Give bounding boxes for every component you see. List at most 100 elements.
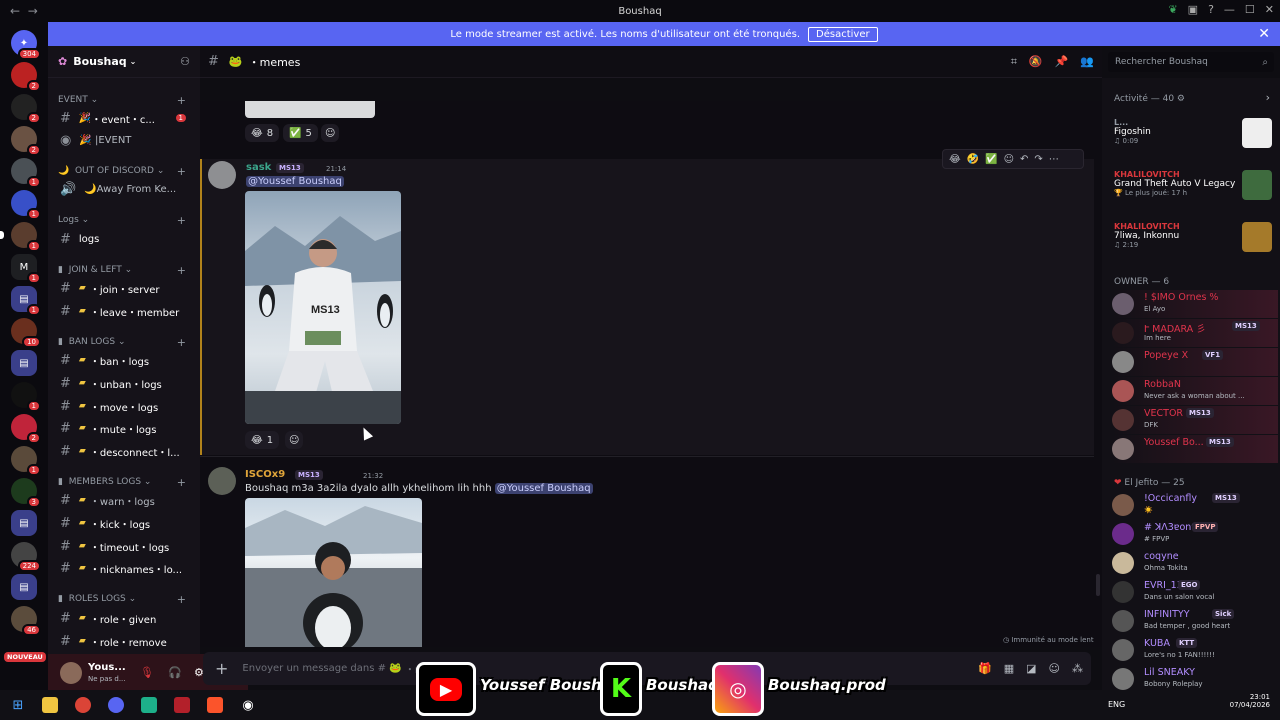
member-row[interactable]: # ꓘꓥ3ɐon9 FPVP # FPVP [1112, 520, 1278, 548]
server-icon[interactable]: 2 [11, 62, 41, 92]
category-join-left[interactable]: ▮ JOIN & LEFT ⌄ + [48, 262, 200, 278]
channel-move-logs[interactable]: # ▰ ・move・logs [48, 396, 200, 416]
notifications-off-icon[interactable]: 🔕 [1029, 55, 1043, 69]
language-indicator[interactable]: ENG [1108, 700, 1125, 709]
attachment-image[interactable]: MS13 [245, 191, 401, 424]
member-row[interactable]: !Occicanfly MS13 ☀️ [1112, 491, 1278, 519]
close-banner-icon[interactable]: ✕ [1258, 26, 1270, 42]
server-icon[interactable]: 46 [11, 606, 41, 636]
user-mention[interactable]: @Youssef Boushaq [494, 483, 593, 494]
channel-nicknames-logs[interactable]: # ▰ ・nicknames・lo... [48, 558, 200, 578]
category-out-of-discord[interactable]: 🌙 OUT OF DISCORD ⌄ + [48, 163, 200, 179]
server-icon[interactable]: 2 [11, 94, 41, 124]
channel-role-remove[interactable]: # ▰ ・role・remove [48, 631, 200, 651]
avatar[interactable] [60, 662, 82, 684]
deafen-icon[interactable]: 🎧 [168, 666, 182, 679]
server-icon[interactable]: 2 [11, 414, 41, 444]
close-window-icon[interactable]: ✕ [1265, 3, 1274, 16]
avatar[interactable] [208, 161, 236, 189]
help-icon[interactable]: ? [1208, 3, 1214, 16]
server-icon[interactable]: 1 [11, 158, 41, 188]
reaction[interactable]: 😂 1 [245, 431, 280, 449]
channel-warn-logs[interactable]: # ▰ ・warn・logs [48, 490, 200, 510]
voice-away[interactable]: 🔊 🌙 Away From Ke... [48, 179, 200, 199]
category-members-logs[interactable]: ▮ MEMBERS LOGS ⌄ + [48, 474, 200, 490]
forward-icon[interactable]: ↷ [1034, 154, 1042, 165]
channel-join-server[interactable]: # ▰ ・join・server [48, 278, 200, 298]
app-icon[interactable] [174, 697, 190, 713]
member-row[interactable]: RobbaN Never ask a woman about ... [1112, 377, 1278, 405]
inbox-icon[interactable]: ▣ [1188, 3, 1198, 16]
member-row[interactable]: Popeye X VF1 [1112, 348, 1278, 376]
category-ban-logs[interactable]: ▮ BAN LOGS ⌄ + [48, 334, 200, 350]
upload-plus-icon[interactable]: + [215, 659, 228, 678]
brave-icon[interactable] [207, 697, 223, 713]
folder-icon[interactable]: ▤ 1 [11, 286, 41, 316]
chevron-right-icon[interactable]: › [1266, 91, 1270, 104]
server-icon[interactable]: 224 [11, 542, 41, 572]
member-row[interactable]: ! $IMO Ornes % El Ayo [1112, 290, 1278, 318]
member-row[interactable]: Ւ MADARA 彡 MS13 Im here [1112, 319, 1278, 347]
add-channel-icon[interactable]: + [177, 94, 186, 107]
message-author[interactable]: sask [246, 162, 271, 173]
threads-icon[interactable]: ⌗ [1011, 55, 1017, 69]
message-author[interactable]: ISCOx9 [245, 469, 285, 480]
add-channel-icon[interactable]: + [177, 165, 186, 178]
channel-mute-logs[interactable]: # ▰ ・mute・logs [48, 418, 200, 438]
obs-icon[interactable]: ◉ [240, 697, 256, 713]
server-icon[interactable]: 1 [11, 382, 41, 412]
channel-unban-logs[interactable]: # ▰ ・unban・logs [48, 373, 200, 393]
reaction-laugh-icon[interactable]: 😂 [949, 154, 961, 165]
activity-item[interactable]: KHALILOVITCH Grand Theft Auto V Legacy 🏆… [1114, 170, 1274, 200]
add-channel-icon[interactable]: + [177, 593, 186, 606]
channel-leave-member[interactable]: # ▰ ・leave・member [48, 301, 200, 321]
leaf-icon[interactable]: ❦ [1168, 3, 1177, 16]
attachment-image[interactable] [245, 498, 422, 647]
add-reaction-icon[interactable]: ☺ [285, 431, 304, 449]
activity-item[interactable]: L... Figoshin ♫ 0:09 [1114, 118, 1274, 148]
member-row[interactable]: coqyne Ohma Tokita [1112, 549, 1278, 577]
add-reaction-icon[interactable]: ☺ [321, 124, 340, 142]
minimize-icon[interactable]: — [1224, 3, 1235, 16]
emoji-icon[interactable]: ☺ [1049, 662, 1060, 675]
stage-event[interactable]: ◉ 🎉 | EVENT [48, 130, 200, 150]
channel-logs[interactable]: # logs [48, 229, 200, 249]
add-reaction-icon[interactable]: ☺ [1004, 154, 1014, 165]
category-event[interactable]: EVENT ⌄ + [48, 92, 200, 108]
channel-event[interactable]: # 🎉 ・event・c... 1 [48, 108, 200, 128]
disable-streamer-button[interactable]: Désactiver [808, 26, 878, 42]
pin-icon[interactable]: 📌 [1055, 55, 1069, 69]
maximize-icon[interactable]: ☐ [1245, 3, 1255, 16]
app-icon[interactable] [141, 697, 157, 713]
server-icon[interactable]: 3 [11, 478, 41, 508]
file-explorer-icon[interactable] [42, 697, 58, 713]
discord-taskbar-icon[interactable] [108, 697, 124, 713]
avatar[interactable] [208, 467, 236, 495]
add-channel-icon[interactable]: + [177, 336, 186, 349]
server-icon[interactable]: 1 [0, 222, 41, 252]
windows-start-icon[interactable]: ⊞ [10, 697, 26, 713]
activity-item[interactable]: KHALILOVITCH 7liwa, Inkonnu ♫ 2:19 [1114, 222, 1274, 252]
previous-image[interactable] [245, 101, 375, 118]
category-logs[interactable]: Logs ⌄ + [48, 212, 200, 228]
channel-desconnect-logs[interactable]: # ▰ ・desconnect・l... [48, 441, 200, 461]
member-row[interactable]: Youssef Bo... MS13 [1112, 435, 1278, 463]
more-icon[interactable]: ⋯ [1049, 154, 1059, 165]
member-row[interactable]: EVRI_13™ EGO Dans un salon vocal [1112, 578, 1278, 606]
server-icon[interactable]: 1 [11, 190, 41, 220]
reply-icon[interactable]: ↶ [1020, 154, 1028, 165]
category-roles-logs[interactable]: ▮ ROLES LOGS ⌄ + [48, 591, 200, 607]
folder-icon[interactable]: ▤ [11, 350, 37, 376]
gift-icon[interactable]: 🎁 [978, 662, 992, 675]
invite-icon[interactable]: ⚇ [180, 55, 190, 68]
reaction[interactable]: ✅ 5 [283, 124, 318, 142]
search-input[interactable]: Rechercher Boushaq ⌕ [1108, 52, 1274, 72]
server-icon[interactable]: 2 [11, 126, 41, 156]
member-row[interactable]: VECTOR MS13 DFK [1112, 406, 1278, 434]
add-channel-icon[interactable]: + [177, 476, 186, 489]
reaction-check-icon[interactable]: ✅ [985, 154, 997, 165]
user-mention[interactable]: @Youssef Boushaq [246, 176, 344, 187]
scrollbar[interactable] [1096, 574, 1100, 596]
home-button[interactable]: ✦ 304 [11, 30, 41, 60]
add-channel-icon[interactable]: + [177, 264, 186, 277]
